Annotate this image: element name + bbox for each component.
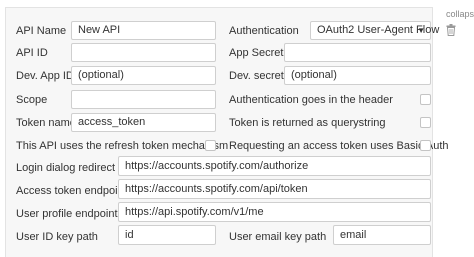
user-id-path-label: User ID key path [16,231,98,243]
user-email-path-label: User email key path [229,231,327,243]
app-secret-input[interactable] [284,43,431,62]
token-name-label: Token name [16,117,76,129]
api-name-input[interactable]: New API [71,21,216,40]
token-name-input[interactable]: access_token [71,113,216,132]
auth-header-checkbox[interactable] [420,94,431,105]
api-name-label: API Name [16,25,67,37]
api-id-input[interactable] [71,43,216,62]
refresh-token-checkbox[interactable] [205,140,216,151]
token-querystring-label: Token is returned as querystring [229,117,386,129]
authentication-label: Authentication [229,25,299,37]
collapse-link[interactable]: collapse [446,9,474,19]
dev-app-id-label: Dev. App ID [16,70,74,82]
token-endpoint-input[interactable]: https://accounts.spotify.com/api/token [118,179,431,199]
token-endpoint-label: Access token endpoint [16,185,127,197]
dev-secret-label: Dev. secret [229,70,284,82]
authentication-select[interactable]: OAuth2 User-Agent Flow ▼ [310,21,439,40]
trash-icon[interactable] [446,24,456,39]
dev-secret-input[interactable]: (optional) [284,66,431,85]
basic-auth-checkbox[interactable] [420,140,431,151]
profile-endpoint-label: User profile endpoint [16,208,118,220]
app-secret-label: App Secret [229,47,284,59]
auth-header-label: Authentication goes in the header [229,94,393,106]
profile-endpoint-input[interactable]: https://api.spotify.com/v1/me [118,202,431,222]
scope-input[interactable] [71,90,216,109]
user-email-path-input[interactable]: email [333,225,431,245]
login-redirect-label: Login dialog redirect [16,162,116,174]
chevron-down-icon: ▼ [417,26,425,35]
scope-label: Scope [16,94,48,106]
user-id-path-input[interactable]: id [118,225,216,245]
login-redirect-input[interactable]: https://accounts.spotify.com/authorize [118,156,431,176]
basic-auth-label: Requesting an access token uses Basic Au… [229,140,449,152]
refresh-token-label: This API uses the refresh token mechanis… [16,140,229,152]
api-id-label: API ID [16,47,48,59]
token-querystring-checkbox[interactable] [420,117,431,128]
dev-app-id-input[interactable]: (optional) [71,66,216,85]
